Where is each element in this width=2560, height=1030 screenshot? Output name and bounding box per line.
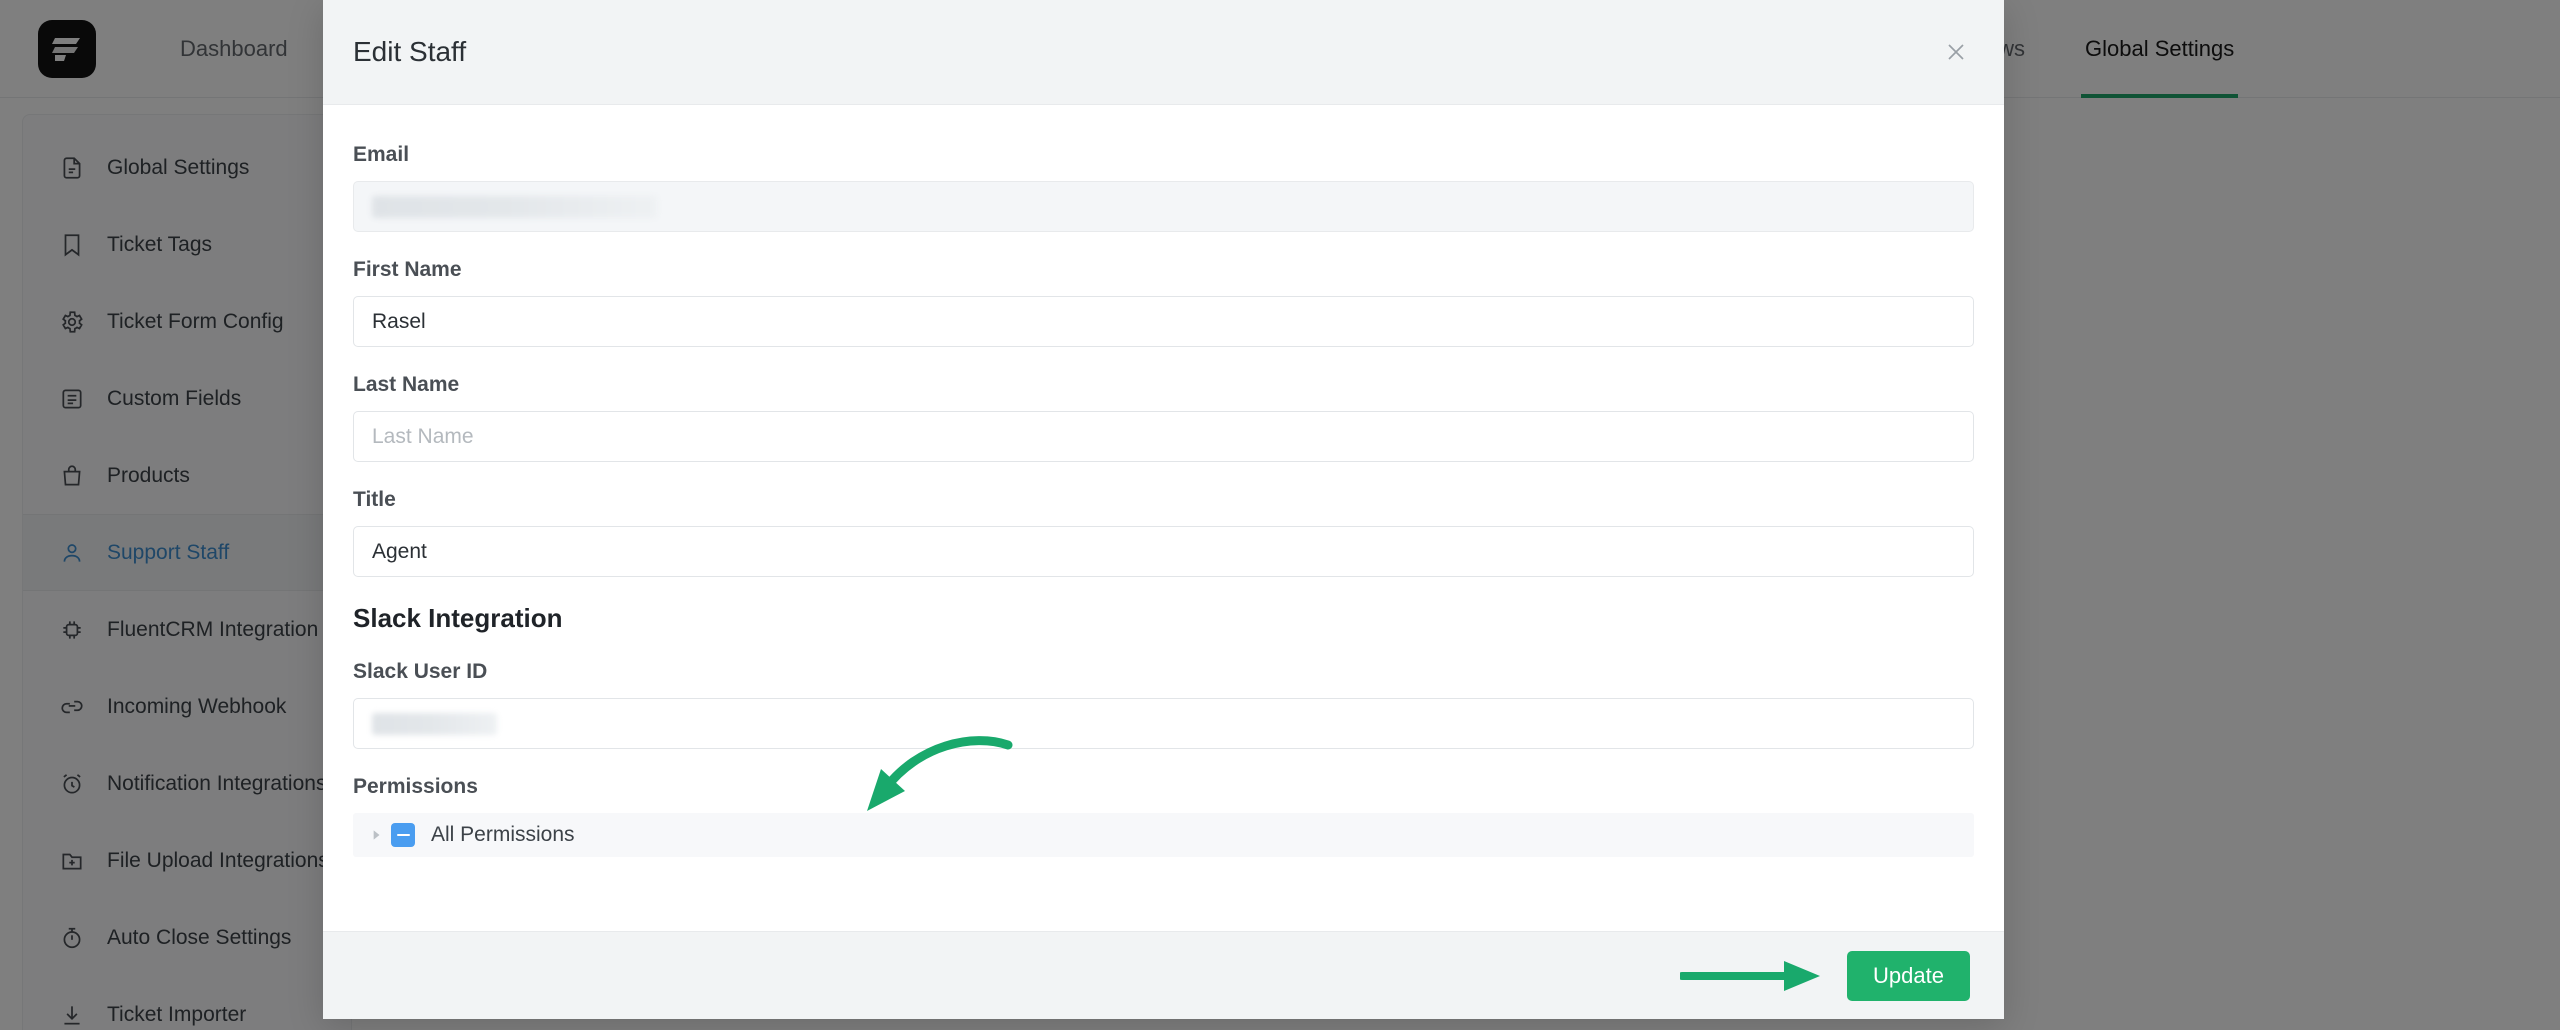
first-name-input[interactable]: Rasel: [353, 296, 1974, 347]
modal-title: Edit Staff: [353, 36, 467, 67]
title-input[interactable]: Agent: [353, 526, 1974, 577]
permission-root-label: All Permissions: [431, 823, 575, 846]
label-slack-user-id: Slack User ID: [353, 660, 488, 683]
modal-body: Email First Name Rasel Last Name Last Na…: [323, 105, 2004, 931]
slack-integration-heading: Slack Integration: [353, 603, 563, 633]
label-first-name: First Name: [353, 258, 462, 281]
field-title: Title Agent: [353, 488, 1974, 577]
slack-user-id-input[interactable]: [353, 698, 1974, 749]
update-button[interactable]: Update: [1847, 950, 1970, 1001]
close-icon[interactable]: [1938, 34, 1974, 70]
field-slack-user-id: Slack User ID: [353, 660, 1974, 749]
email-field: [353, 181, 1974, 232]
close-x-glyph: [1948, 44, 1964, 60]
field-last-name: Last Name Last Name: [353, 373, 1974, 462]
caret-right-glyph: [373, 830, 380, 840]
field-first-name: First Name Rasel: [353, 258, 1974, 347]
screen-root: Dashboard Tickets Business Inboxes Workf…: [0, 0, 2560, 1030]
label-email: Email: [353, 143, 410, 166]
modal-footer: Update: [323, 931, 2004, 1019]
edit-staff-modal: Edit Staff Email First Name Rasel Last N…: [323, 0, 2004, 1019]
permission-tree-root-row[interactable]: All Permissions: [353, 813, 1974, 857]
all-permissions-checkbox[interactable]: [391, 823, 415, 847]
checkbox-indeterminate-dash: [396, 833, 410, 837]
last-name-input[interactable]: Last Name: [353, 411, 1974, 462]
modal-header: Edit Staff: [323, 0, 2004, 105]
field-permissions: Permissions All Permissions: [353, 775, 1974, 857]
chevron-right-icon[interactable]: [361, 828, 391, 842]
redacted-slack-user-id-value: [372, 712, 497, 735]
update-annotation-arrow: [1680, 960, 1820, 991]
label-last-name: Last Name: [353, 373, 460, 396]
redacted-email-value: [372, 195, 657, 218]
field-email: Email: [353, 143, 1974, 232]
label-permissions: Permissions: [353, 775, 478, 798]
label-title: Title: [353, 488, 396, 511]
